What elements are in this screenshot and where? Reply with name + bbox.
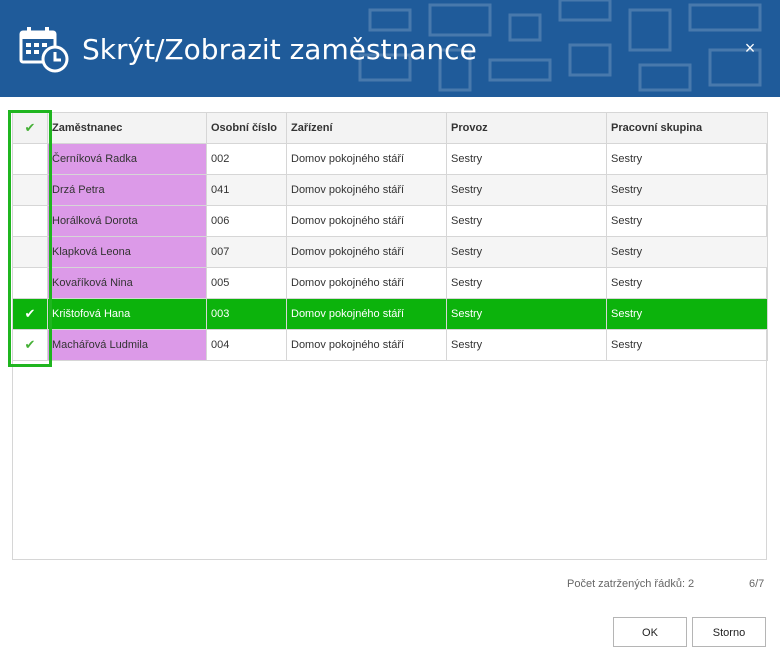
- personal-number-cell: 006: [206, 205, 287, 237]
- facility-cell: Domov pokojného stáří: [286, 267, 447, 299]
- employee-name-cell: Krištofová Hana: [47, 298, 207, 330]
- row-checkbox[interactable]: [12, 236, 48, 268]
- work-group-cell: Sestry: [606, 267, 768, 299]
- operation-cell: Sestry: [446, 267, 607, 299]
- table-row[interactable]: ✔ Machářová Ludmila 004 Domov pokojného …: [12, 329, 768, 361]
- column-header-personal-number[interactable]: Osobní číslo: [206, 112, 287, 144]
- checked-rows-count: Počet zatržených řádků: 2: [567, 578, 695, 590]
- column-header-work-group[interactable]: Pracovní skupina: [606, 112, 768, 144]
- table-row[interactable]: Černíková Radka 002 Domov pokojného stář…: [12, 143, 768, 175]
- table-row[interactable]: Kovaříková Nina 005 Domov pokojného stář…: [12, 267, 768, 299]
- facility-cell: Domov pokojného stáří: [286, 174, 447, 206]
- column-header-operation[interactable]: Provoz: [446, 112, 607, 144]
- personal-number-cell: 004: [206, 329, 287, 361]
- employee-table: ✔ Zaměstnanec Osobní číslo Zařízení Prov…: [12, 112, 768, 361]
- facility-cell: Domov pokojného stáří: [286, 329, 447, 361]
- column-header-facility[interactable]: Zařízení: [286, 112, 447, 144]
- employee-name-cell: Klapková Leona: [47, 236, 207, 268]
- operation-cell: Sestry: [446, 143, 607, 175]
- facility-cell: Domov pokojného stáří: [286, 298, 447, 330]
- select-all-checkbox[interactable]: ✔: [12, 112, 48, 144]
- operation-cell: Sestry: [446, 174, 607, 206]
- row-checkbox[interactable]: [12, 174, 48, 206]
- work-group-cell: Sestry: [606, 236, 768, 268]
- dialog-titlebar: Skrýt/Zobrazit zaměstnance ×: [0, 0, 780, 97]
- employee-name-cell: Černíková Radka: [47, 143, 207, 175]
- operation-cell: Sestry: [446, 205, 607, 237]
- work-group-cell: Sestry: [606, 329, 768, 361]
- row-checkbox[interactable]: ✔: [12, 329, 48, 361]
- employee-name-cell: Drzá Petra: [47, 174, 207, 206]
- facility-cell: Domov pokojného stáří: [286, 236, 447, 268]
- employee-name-cell: Kovaříková Nina: [47, 267, 207, 299]
- header-row: ✔ Zaměstnanec Osobní číslo Zařízení Prov…: [12, 112, 768, 144]
- personal-number-cell: 002: [206, 143, 287, 175]
- dialog-title: Skrýt/Zobrazit zaměstnance: [82, 33, 477, 66]
- operation-cell: Sestry: [446, 236, 607, 268]
- table-row-selected[interactable]: ✔ Krištofová Hana 003 Domov pokojného st…: [12, 298, 768, 330]
- work-group-cell: Sestry: [606, 205, 768, 237]
- row-checkbox[interactable]: [12, 205, 48, 237]
- operation-cell: Sestry: [446, 329, 607, 361]
- ok-button[interactable]: OK: [613, 617, 687, 647]
- row-checkbox[interactable]: ✔: [12, 298, 48, 330]
- calendar-clock-icon: [19, 27, 69, 73]
- table-row[interactable]: Drzá Petra 041 Domov pokojného stáří Ses…: [12, 174, 768, 206]
- table-row[interactable]: Klapková Leona 007 Domov pokojného stáří…: [12, 236, 768, 268]
- personal-number-cell: 007: [206, 236, 287, 268]
- close-button[interactable]: ×: [738, 36, 762, 60]
- employee-grid[interactable]: ✔ Zaměstnanec Osobní číslo Zařízení Prov…: [12, 112, 768, 560]
- work-group-cell: Sestry: [606, 143, 768, 175]
- work-group-cell: Sestry: [606, 298, 768, 330]
- column-header-employee[interactable]: Zaměstnanec: [47, 112, 207, 144]
- facility-cell: Domov pokojného stáří: [286, 205, 447, 237]
- page-counter: 6/7: [749, 578, 765, 590]
- employee-name-cell: Machářová Ludmila: [47, 329, 207, 361]
- work-group-cell: Sestry: [606, 174, 768, 206]
- facility-cell: Domov pokojného stáří: [286, 143, 447, 175]
- personal-number-cell: 005: [206, 267, 287, 299]
- table-row[interactable]: Horálková Dorota 006 Domov pokojného stá…: [12, 205, 768, 237]
- employee-name-cell: Horálková Dorota: [47, 205, 207, 237]
- personal-number-cell: 003: [206, 298, 287, 330]
- cancel-button[interactable]: Storno: [692, 617, 766, 647]
- operation-cell: Sestry: [446, 298, 607, 330]
- personal-number-cell: 041: [206, 174, 287, 206]
- row-checkbox[interactable]: [12, 267, 48, 299]
- row-checkbox[interactable]: [12, 143, 48, 175]
